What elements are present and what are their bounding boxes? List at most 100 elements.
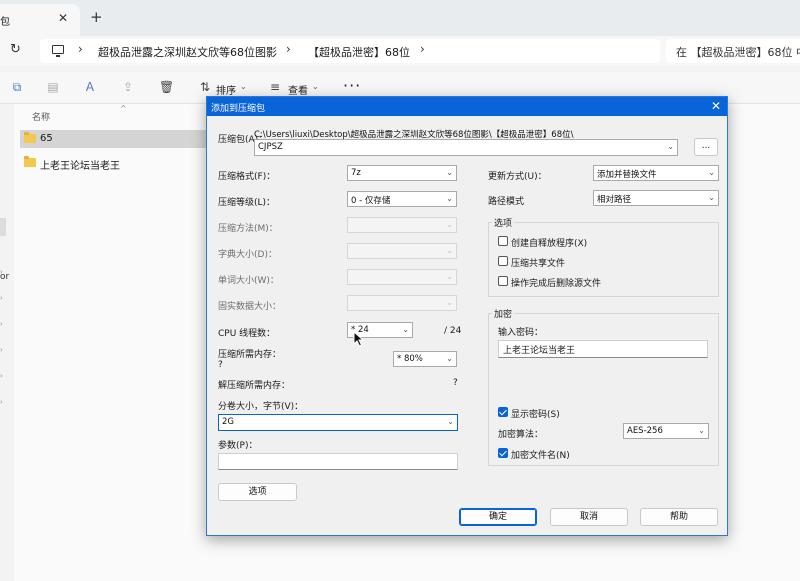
rename-icon[interactable]: Ａ	[83, 80, 97, 94]
update-label: 更新方式(U)：	[488, 172, 547, 182]
nav-item-selected[interactable]	[0, 218, 6, 236]
cpu-total: / 24	[444, 326, 462, 336]
paste-icon[interactable]: ▤	[46, 80, 60, 94]
chevron-right-icon[interactable]: ›	[78, 42, 83, 56]
algorithm-select[interactable]: AES-256 ⌄	[623, 423, 709, 439]
address-bar: ↻ › 超极品泄露之深圳赵文欣等68位图影 › 【超极品泄密】68位 › 在 【…	[0, 36, 800, 66]
add-to-archive-dialog: 添加到压缩包 ✕ 压缩包(A)： C:\Users\liuxi\Desktop\…	[206, 96, 728, 536]
split-label: 分卷大小，字节(V)：	[218, 402, 304, 412]
delete-after-checkbox[interactable]	[498, 276, 508, 286]
chevron-down-icon[interactable]: ⌄	[446, 194, 453, 203]
encrypt-names-label[interactable]: 加密文件名(N)	[511, 448, 570, 461]
chevron-right-icon[interactable]: ›	[0, 398, 6, 406]
chevron-down-icon[interactable]: ⌄	[446, 354, 453, 363]
memory-value: * 80%	[397, 354, 423, 364]
algorithm-label: 加密算法：	[498, 430, 544, 440]
help-button[interactable]: 帮助	[640, 508, 718, 526]
chevron-down-icon[interactable]: ⌄	[698, 426, 705, 435]
folder-icon	[24, 156, 36, 167]
chevron-down-icon[interactable]: ⌄	[447, 417, 454, 426]
delete-after-label[interactable]: 操作完成后删除源文件	[511, 276, 601, 289]
word-label: 单词大小(W)：	[218, 276, 279, 286]
chevron-right-icon[interactable]: ›	[0, 346, 6, 354]
add-tab-icon[interactable]: +	[90, 8, 103, 26]
memory-unknown: ?	[218, 360, 223, 370]
chevron-down-icon[interactable]: ⌄	[446, 168, 453, 177]
chevron-down-icon[interactable]: ⌄	[402, 325, 409, 334]
ok-button[interactable]: 确定	[459, 508, 537, 526]
sort-icon[interactable]: ⇅	[198, 80, 212, 94]
dialog-titlebar[interactable]: 添加到压缩包 ✕	[207, 97, 727, 116]
list-item-label: 上老王论坛当老王	[40, 161, 120, 172]
navigation-pane: or › › › › › ›	[0, 104, 14, 581]
close-icon[interactable]: ✕	[711, 99, 721, 113]
list-item[interactable]: 65	[20, 130, 210, 148]
chevron-down-icon[interactable]: ⌄	[667, 142, 674, 151]
password-value: 上老王论坛当老王	[503, 346, 576, 356]
archive-name-combo[interactable]: CJPSZ ⌄	[254, 139, 678, 156]
method-label: 压缩方法(M)：	[218, 224, 278, 234]
cpu-label: CPU 线程数：	[218, 329, 276, 339]
method-select[interactable]: ⌄	[347, 217, 457, 233]
tab-current[interactable]: 包 ✕	[0, 4, 80, 36]
refresh-icon[interactable]: ↻	[10, 42, 21, 57]
memory-label: 压缩所需内存：	[218, 350, 282, 360]
level-select[interactable]: 0 - 仅存储 ⌄	[347, 191, 457, 207]
chevron-down-icon: ⌄	[446, 298, 453, 307]
path-mode-select[interactable]: 相对路径 ⌄	[593, 190, 719, 206]
options-group-title: 选项	[492, 216, 515, 229]
chevron-right-icon[interactable]: ›	[0, 372, 6, 380]
word-select[interactable]: ⌄	[347, 269, 457, 285]
dict-select[interactable]: ⌄	[347, 243, 457, 259]
path-mode-value: 相对路径	[597, 195, 632, 205]
chevron-down-icon: ⌄	[446, 246, 453, 255]
copy-icon[interactable]: ⧉	[10, 80, 24, 94]
close-icon[interactable]: ✕	[58, 11, 68, 25]
view-icon[interactable]: ≡	[268, 80, 282, 94]
more-icon[interactable]: ···	[343, 76, 361, 95]
browse-button[interactable]: ...	[694, 138, 718, 156]
column-header-name[interactable]: 名称	[32, 110, 50, 123]
memory-select[interactable]: * 80% ⌄	[393, 351, 457, 367]
view-button[interactable]: 查看	[288, 82, 308, 97]
chevron-down-icon[interactable]: ⌄	[240, 82, 247, 91]
computer-icon	[52, 45, 64, 57]
chevron-down-icon[interactable]: ⌄	[312, 82, 319, 91]
chevron-down-icon[interactable]: ⌄	[708, 193, 715, 202]
update-mode-select[interactable]: 添加并替换文件 ⌄	[593, 165, 719, 181]
params-input[interactable]	[218, 453, 458, 470]
sfx-label[interactable]: 创建自释放程序(X)	[511, 236, 587, 249]
password-input[interactable]: 上老王论坛当老王	[498, 340, 708, 358]
list-item[interactable]: 上老王论坛当老王	[20, 154, 210, 172]
solid-select[interactable]: ⌄	[347, 295, 457, 311]
delete-icon[interactable]: 🗑	[159, 80, 174, 94]
show-password-checkbox[interactable]	[498, 407, 508, 417]
options-button[interactable]: 选项	[218, 483, 297, 501]
shared-files-checkbox[interactable]	[498, 256, 508, 266]
chevron-right-icon[interactable]: ›	[0, 294, 6, 302]
chevron-right-icon[interactable]: ›	[420, 42, 425, 56]
decompress-memory-value: ?	[453, 378, 458, 388]
cancel-button[interactable]: 取消	[550, 508, 628, 526]
archive-name-value: CJPSZ	[258, 142, 283, 152]
chevron-down-icon: ⌄	[446, 220, 453, 229]
chevron-right-icon[interactable]: ›	[0, 268, 6, 276]
breadcrumb-item[interactable]: 【超极品泄密】68位	[308, 44, 410, 60]
share-icon[interactable]: ⇪	[121, 80, 135, 94]
tab-bar: 包 ✕ +	[0, 0, 800, 36]
sfx-checkbox[interactable]	[498, 236, 508, 246]
encrypt-names-checkbox[interactable]	[498, 448, 508, 458]
search-placeholder: 在 【超极品泄密】68位 中	[676, 46, 800, 59]
address-field[interactable]: › 超极品泄露之深圳赵文欣等68位图影 › 【超极品泄密】68位 ›	[40, 39, 660, 63]
format-select[interactable]: 7z ⌄	[347, 165, 457, 181]
split-size-combo[interactable]: 2G ⌄	[218, 414, 458, 431]
search-input[interactable]: 在 【超极品泄密】68位 中	[666, 39, 800, 63]
sort-button[interactable]: 排序	[216, 82, 236, 97]
breadcrumb-item[interactable]: 超极品泄露之深圳赵文欣等68位图影	[98, 44, 277, 60]
show-password-label[interactable]: 显示密码(S)	[511, 407, 560, 420]
shared-files-label[interactable]: 压缩共享文件	[511, 256, 565, 269]
chevron-right-icon[interactable]: ›	[0, 320, 6, 328]
chevron-right-icon[interactable]: ›	[286, 42, 291, 56]
folder-icon	[24, 132, 36, 143]
chevron-down-icon[interactable]: ⌄	[708, 168, 715, 177]
